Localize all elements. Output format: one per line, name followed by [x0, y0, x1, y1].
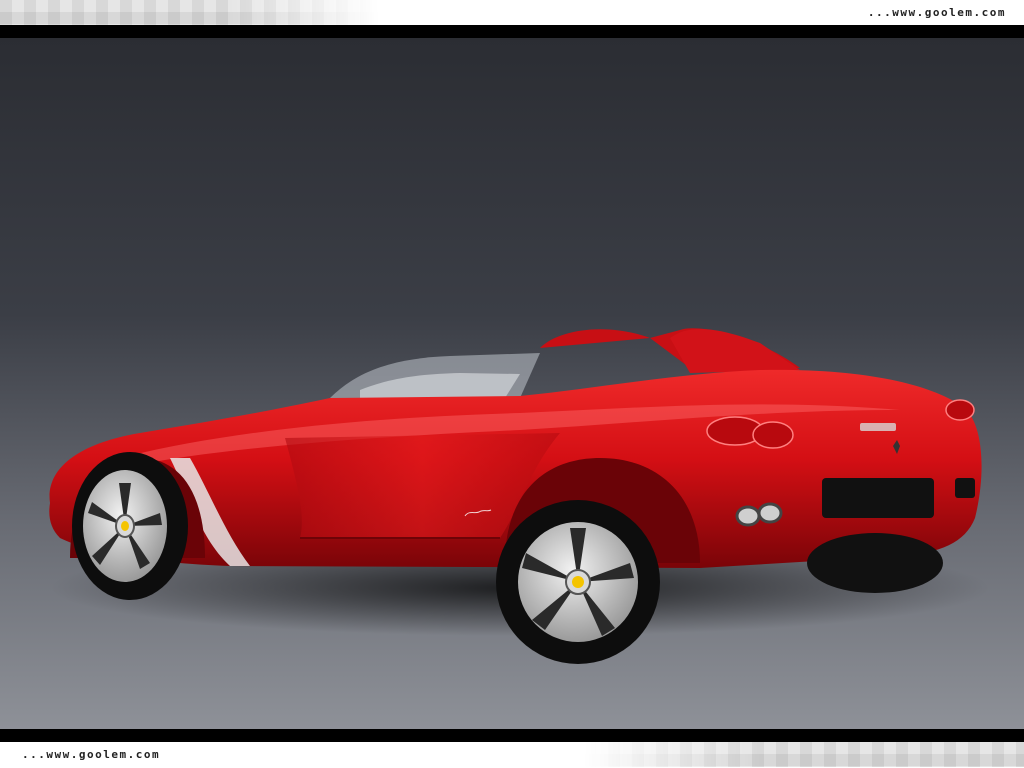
rear-fairing-right	[670, 328, 800, 373]
rear-grille	[822, 478, 934, 518]
exhaust-pipe-left	[735, 505, 761, 527]
car-photo	[0, 38, 1024, 729]
exhaust-pipe-right	[757, 502, 783, 524]
bottom-black-border	[0, 729, 1024, 742]
far-rear-wheel	[807, 533, 943, 593]
mosaic-pattern	[0, 0, 380, 25]
watermark-bottom: ...www.goolem.com	[22, 748, 161, 761]
top-black-border	[0, 25, 1024, 38]
taillight-far	[945, 399, 975, 421]
top-banner: ...www.goolem.com	[0, 0, 1024, 25]
mosaic-pattern	[584, 742, 1024, 767]
bottom-banner: ...www.goolem.com	[0, 742, 1024, 768]
rear-grille-far	[955, 478, 975, 498]
car-illustration	[49, 328, 990, 664]
taillight-right	[752, 421, 794, 449]
front-wheel	[72, 452, 188, 600]
watermark-top: ...www.goolem.com	[867, 6, 1006, 19]
rear-wheel	[496, 500, 660, 664]
rear-logo-plate	[860, 423, 896, 431]
